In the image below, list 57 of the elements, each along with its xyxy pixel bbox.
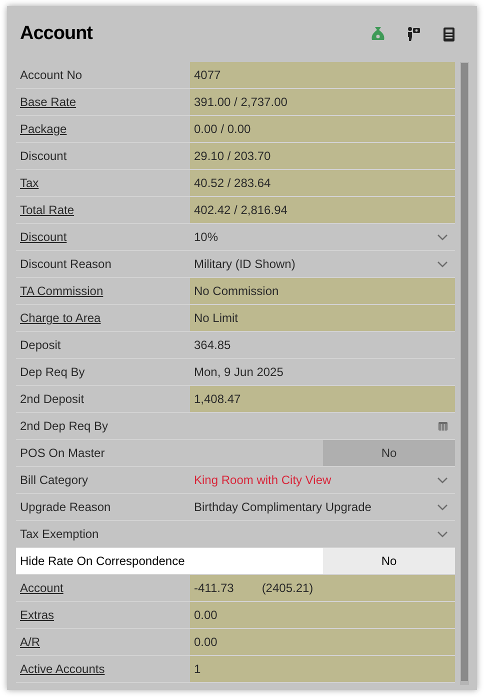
chevron-down-icon[interactable] [437,476,448,484]
field-value: 402.42 / 2,816.94 [194,202,288,219]
field-value: 0.00 / 0.00 [194,121,251,138]
field-link[interactable]: A/R [20,633,40,651]
field-value: No Commission [194,283,279,300]
field-link[interactable]: TA Commission [20,282,104,300]
money-bag-icon[interactable] [371,26,385,42]
field-value: 0.00 [194,607,218,624]
scrollbar[interactable] [460,62,469,685]
field-value: King Room with City View [194,472,332,489]
field-label: 2nd Deposit [20,391,84,408]
field-label: 2nd Dep Req By [20,418,108,435]
toggle-button[interactable]: No [323,548,455,574]
field-link[interactable]: Package [20,120,67,138]
chevron-down-icon[interactable] [437,504,448,510]
field-link[interactable]: Charge to Area [20,309,101,327]
field-value: 29.10 / 203.70 [194,148,271,165]
field-link[interactable]: Tax [20,174,39,192]
field-value: Mon, 9 Jun 2025 [194,364,284,381]
field-value: 4077 [194,67,221,84]
field-value: No Limit [194,310,238,327]
field-label: POS On Master [20,445,105,462]
chevron-down-icon[interactable] [437,260,448,268]
chevron-down-icon[interactable] [437,530,448,538]
field-value: (2405.21) [262,580,314,597]
field-label: Dep Req By [20,364,85,381]
field-label: Account No [20,67,82,84]
field-link[interactable]: Base Rate [20,93,76,111]
panel-title: Account [20,22,94,46]
field-value: 0.00 [194,634,218,651]
field-label: Upgrade Reason [20,499,111,516]
calendar-icon[interactable] [438,421,448,431]
field-link[interactable]: Discount [20,228,67,246]
field-link[interactable]: Extras [20,606,54,624]
field-label: Discount [20,148,67,165]
field-value: Military (ID Shown) [194,256,296,273]
field-label: Tax Exemption [20,526,99,543]
field-label: Bill Category [20,472,88,489]
field-value: 364.85 [194,337,231,354]
field-value: 10% [194,229,218,246]
person-sign-icon[interactable] [407,26,421,42]
field-label: Discount Reason [20,256,112,273]
field-value: -411.73 [194,580,234,597]
selected-row[interactable]: Hide Rate On Correspondence No [16,548,455,575]
chevron-down-icon[interactable] [437,234,448,240]
toggle-button[interactable]: No [323,440,455,466]
field-value: 1,408.47 [194,391,241,408]
field-link[interactable]: Active Accounts [20,660,105,678]
field-label: Hide Rate On Correspondence [20,553,185,570]
field-value: 391.00 / 2,737.00 [194,94,288,111]
field-link[interactable]: Account [20,579,64,597]
field-value: 40.52 / 283.64 [194,175,271,192]
field-value: 1 [194,661,201,678]
calculator-icon[interactable] [443,26,455,42]
field-label: Deposit [20,337,61,354]
field-link[interactable]: Total Rate [20,201,74,219]
field-value: Birthday Complimentary Upgrade [194,499,372,516]
